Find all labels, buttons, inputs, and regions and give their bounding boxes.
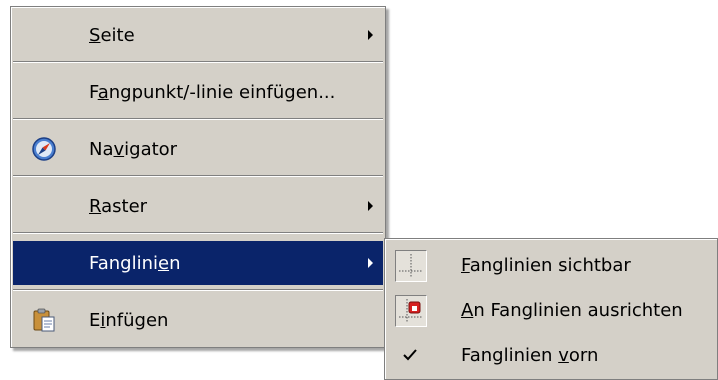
menu-separator <box>13 232 383 234</box>
submenu-arrow-icon <box>368 30 373 40</box>
submenu-item-label: An Fanglinien ausrichten <box>461 300 683 321</box>
menu-item-label: Fanglinien <box>89 252 181 274</box>
menu-item-label: Raster <box>89 195 148 217</box>
menu-item-navigator[interactable]: Navigator <box>13 127 383 171</box>
checkmark-icon <box>395 340 427 372</box>
menu-item-label: Navigator <box>89 138 178 160</box>
menu-item-label: Einfügen <box>89 309 169 331</box>
snap-lines-visible-icon <box>395 250 427 282</box>
context-menu: Seite Fangpunkt/-linie einfügen... Navig… <box>10 6 386 348</box>
submenu-item-fanglinien-sichtbar[interactable]: Fanglinien sichtbar <box>387 244 715 288</box>
menu-item-seite[interactable]: Seite <box>13 13 383 57</box>
menu-separator <box>13 289 383 291</box>
submenu-item-an-fanglinien-ausrichten[interactable]: An Fanglinien ausrichten <box>387 289 715 333</box>
submenu-item-fanglinien-vorn[interactable]: Fanglinien vorn <box>387 334 715 378</box>
submenu-item-label: Fanglinien sichtbar <box>461 255 631 276</box>
navigator-compass-icon <box>31 136 57 162</box>
menu-item-raster[interactable]: Raster <box>13 184 383 228</box>
submenu-arrow-icon <box>368 258 373 268</box>
menu-item-einfuegen[interactable]: Einfügen <box>13 298 383 342</box>
fanglinien-submenu: Fanglinien sichtbar An Fanglinien ausric… <box>384 238 718 380</box>
menu-item-fanglinien[interactable]: Fanglinien <box>13 241 383 285</box>
menu-item-fangpunkt-einfuegen[interactable]: Fangpunkt/-linie einfügen... <box>13 70 383 114</box>
snap-to-lines-icon <box>395 295 427 327</box>
menu-item-label: Seite <box>89 24 135 46</box>
menu-separator <box>13 175 383 177</box>
paste-clipboard-icon <box>31 307 57 333</box>
submenu-item-label: Fanglinien vorn <box>461 345 599 366</box>
menu-separator <box>13 118 383 120</box>
menu-item-label: Fangpunkt/-linie einfügen... <box>89 81 336 103</box>
menu-separator <box>13 61 383 63</box>
submenu-arrow-icon <box>368 201 373 211</box>
